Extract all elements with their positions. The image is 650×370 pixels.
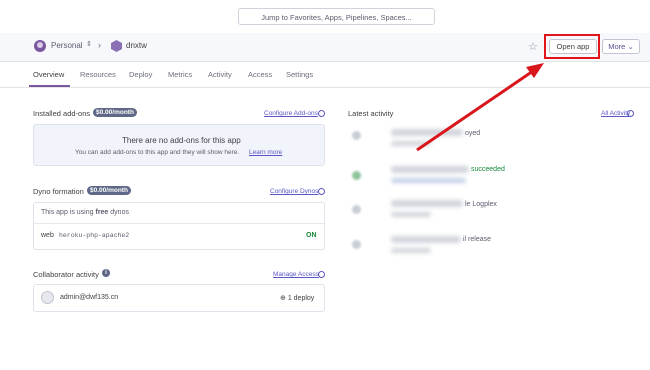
divider xyxy=(34,223,324,224)
tab-metrics[interactable]: Metrics xyxy=(168,70,192,79)
upload-icon: ⊕ xyxy=(280,295,286,302)
tab-access[interactable]: Access xyxy=(248,70,272,79)
tab-settings[interactable]: Settings xyxy=(286,70,313,79)
top-bar: Jump to Favorites, Apps, Pipelines, Spac… xyxy=(0,0,650,34)
collab-title: Collaborator activity xyxy=(33,270,99,279)
configure-dynos-link[interactable]: Configure Dynos xyxy=(270,188,318,195)
arrow-circle-icon xyxy=(627,110,634,117)
dyno-usage-bold: free xyxy=(95,209,109,216)
addons-empty-title: There are no add-ons for this app xyxy=(122,136,241,145)
addons-cost-badge: $0.00/month xyxy=(93,108,137,117)
manage-access-link[interactable]: Manage Access xyxy=(273,271,319,278)
addons-title: Installed add-ons xyxy=(33,109,91,118)
tab-overview[interactable]: Overview xyxy=(33,70,64,79)
addons-empty-desc: You can add add-ons to this app and they… xyxy=(75,149,240,156)
active-tab-indicator xyxy=(29,85,70,87)
redacted-text xyxy=(391,178,466,183)
dyno-cost-badge: $0.00/month xyxy=(87,186,131,195)
activity-item-4: il release xyxy=(463,236,492,243)
activity-item-2: succeeded xyxy=(471,166,505,173)
activity-title: Latest activity xyxy=(348,109,394,118)
tab-deploy[interactable]: Deploy xyxy=(129,70,152,79)
redacted-text xyxy=(391,212,431,217)
tab-resources[interactable]: Resources xyxy=(80,70,116,79)
breadcrumb-separator-icon: › xyxy=(98,40,101,50)
chevron-updown-icon[interactable]: ⇕ xyxy=(86,40,92,48)
redacted-text xyxy=(391,200,463,207)
learn-more-link[interactable]: Learn more xyxy=(249,149,282,156)
redacted-text xyxy=(391,129,463,136)
redacted-text xyxy=(391,248,431,253)
configure-addons-link[interactable]: Configure Add-ons xyxy=(264,110,318,117)
activity-item-3: le Logplex xyxy=(465,201,497,208)
activity-avatar xyxy=(352,131,361,140)
more-label: More xyxy=(608,42,626,51)
tab-activity[interactable]: Activity xyxy=(208,70,232,79)
all-activity-link[interactable]: All Activity xyxy=(601,110,630,117)
more-button[interactable]: More ⌄ xyxy=(602,39,640,54)
personal-avatar-icon xyxy=(34,40,46,52)
deploy-count: ⊕ 1 deploy xyxy=(280,294,314,302)
dyno-status[interactable]: ON xyxy=(306,232,317,239)
addons-empty-panel xyxy=(33,124,325,166)
chevron-down-icon: ⌄ xyxy=(627,42,634,51)
dyno-title: Dyno formation xyxy=(33,187,84,196)
activity-avatar xyxy=(352,171,361,180)
collaborator-email: admin@dwf135.cn xyxy=(60,294,119,301)
activity-item-1: oyed xyxy=(465,130,481,137)
info-icon[interactable]: i xyxy=(102,269,110,277)
redacted-text xyxy=(391,166,469,173)
dyno-command: heroku-php-apache2 xyxy=(59,232,130,239)
dyno-usage: This app is using free dynos xyxy=(41,209,129,216)
search-input[interactable]: Jump to Favorites, Apps, Pipelines, Spac… xyxy=(238,8,435,25)
arrow-circle-icon xyxy=(318,110,325,117)
activity-avatar xyxy=(352,205,361,214)
deploy-count-label: 1 deploy xyxy=(287,295,315,302)
dyno-usage-prefix: This app is using xyxy=(41,209,94,216)
collaborator-avatar xyxy=(41,291,54,304)
activity-avatar xyxy=(352,240,361,249)
team-selector[interactable]: Personal xyxy=(51,41,83,50)
dyno-type: web xyxy=(41,232,54,239)
redacted-text xyxy=(391,236,461,243)
dyno-usage-suffix: dynos xyxy=(110,209,129,216)
redacted-text xyxy=(391,141,431,146)
favorite-star-icon[interactable]: ☆ xyxy=(528,40,538,53)
app-name: dnxtw xyxy=(126,41,147,50)
arrow-circle-icon xyxy=(318,188,325,195)
highlight-box xyxy=(544,34,600,59)
arrow-circle-icon xyxy=(318,271,325,278)
